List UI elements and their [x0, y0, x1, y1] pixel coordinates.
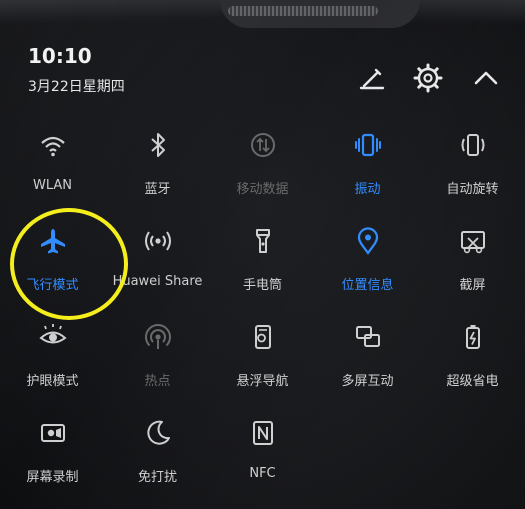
tile-label: 免打扰 — [137, 470, 177, 485]
tile-wifi[interactable]: WLAN — [0, 130, 105, 210]
tile-do-not-disturb[interactable]: 免打扰 — [105, 418, 210, 498]
tile-label: 蓝牙 — [144, 182, 171, 197]
tile-eye-comfort[interactable]: 护眼模式 — [0, 322, 105, 402]
tile-mobile-data[interactable]: 移动数据 — [210, 130, 315, 210]
battery-saver-icon — [458, 322, 488, 352]
status-date: 3月22日星期四 — [28, 79, 125, 95]
tile-hotspot[interactable]: 热点 — [105, 322, 210, 402]
tile-label: 位置信息 — [341, 278, 394, 293]
tile-location[interactable]: 位置信息 — [315, 226, 420, 306]
bluetooth-icon — [143, 130, 173, 160]
tile-label: 自动旋转 — [446, 182, 499, 197]
edit-icon[interactable] — [356, 62, 388, 94]
tile-label: 热点 — [144, 374, 171, 389]
tile-multi-screen[interactable]: 多屏互动 — [315, 322, 420, 402]
tile-bluetooth[interactable]: 蓝牙 — [105, 130, 210, 210]
floating-nav-icon — [248, 322, 278, 352]
tile-label: 振动 — [354, 182, 381, 197]
tile-label: 悬浮导航 — [236, 374, 289, 389]
mobile-data-icon — [248, 130, 278, 160]
tile-label: 多屏互动 — [341, 374, 394, 389]
tile-vibrate[interactable]: 振动 — [315, 130, 420, 210]
location-icon — [353, 226, 383, 256]
status-time: 10:10 — [28, 44, 92, 68]
tile-battery-saver[interactable]: 超级省电 — [420, 322, 525, 402]
tile-screenshot[interactable]: 截屏 — [420, 226, 525, 306]
flashlight-icon — [248, 226, 278, 256]
tile-label: 护眼模式 — [26, 374, 79, 389]
earpiece-speaker — [228, 6, 378, 16]
tile-nfc[interactable]: NFC — [210, 418, 315, 498]
auto-rotate-icon — [458, 130, 488, 160]
tile-flashlight[interactable]: 手电筒 — [210, 226, 315, 306]
tile-label: 超级省电 — [446, 374, 499, 389]
tile-label: 屏幕录制 — [26, 470, 79, 485]
collapse-icon[interactable] — [470, 62, 502, 94]
screen-record-icon — [38, 418, 68, 448]
highlight-circle — [10, 208, 128, 320]
nfc-icon — [248, 418, 278, 448]
tile-label: 移动数据 — [236, 182, 289, 197]
tile-auto-rotate[interactable]: 自动旋转 — [420, 130, 525, 210]
do-not-disturb-icon — [143, 418, 173, 448]
tile-label: NFC — [249, 466, 276, 481]
tile-floating-nav[interactable]: 悬浮导航 — [210, 322, 315, 402]
screenshot-icon — [458, 226, 488, 256]
eye-comfort-icon — [38, 322, 68, 352]
tile-label: 手电筒 — [242, 278, 282, 293]
tile-screen-record[interactable]: 屏幕录制 — [0, 418, 105, 498]
wifi-icon — [38, 130, 68, 160]
tile-label: 截屏 — [459, 278, 486, 293]
huawei-share-icon — [143, 226, 173, 256]
tile-label: WLAN — [32, 178, 72, 193]
vibrate-icon — [353, 130, 383, 160]
hotspot-icon — [143, 322, 173, 352]
multi-screen-icon — [353, 322, 383, 352]
settings-icon[interactable] — [412, 62, 444, 94]
